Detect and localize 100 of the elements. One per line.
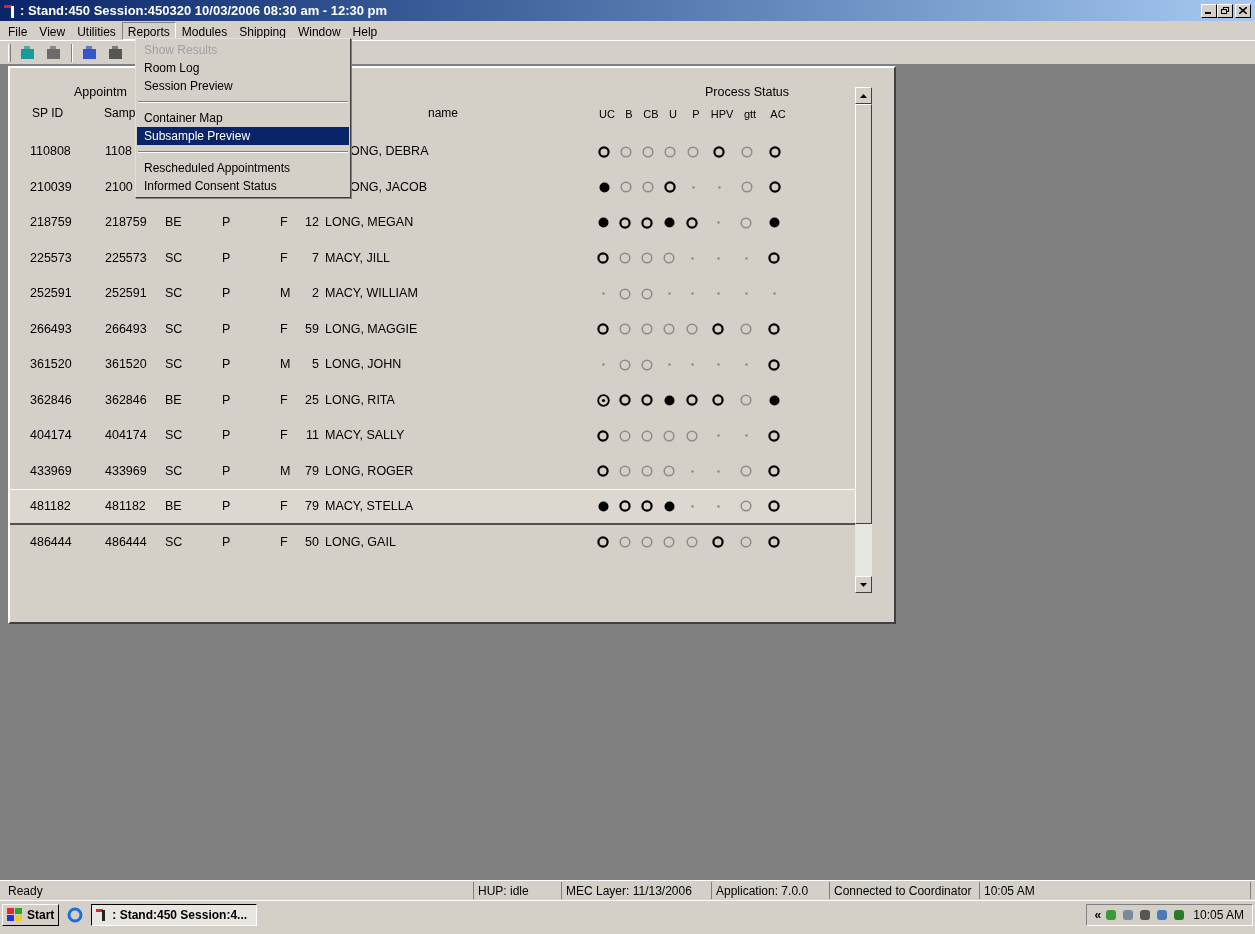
maximize-icon <box>1221 7 1229 14</box>
menu-item[interactable]: Utilities <box>71 21 122 40</box>
column-heading: HPV <box>709 106 735 122</box>
table-cell-text: LONG, MAGGIE <box>325 320 419 338</box>
status-bar-field: 10:05 AM <box>980 882 1251 899</box>
menu-item[interactable]: Subsample Preview <box>137 127 349 145</box>
down-arrow-icon <box>860 582 867 587</box>
menu-item[interactable]: File <box>2 21 34 40</box>
table-cell-text: M <box>280 285 292 303</box>
table-cell-text: P <box>222 249 232 267</box>
up-arrow-icon <box>860 93 867 98</box>
table-cell-text: SC <box>165 462 184 480</box>
scroll-down-button[interactable] <box>855 576 872 593</box>
table-cell-text: SC <box>165 320 184 338</box>
menu-item[interactable]: Room Log <box>137 59 349 77</box>
table-cell-text: SC <box>165 285 184 303</box>
table-cell-text: 361520 <box>30 356 73 374</box>
table-cell-text: 433969 <box>30 462 73 480</box>
column-heading: U <box>668 106 678 122</box>
table-cell-text: F <box>280 214 289 232</box>
table-cell-text: 225573 <box>105 249 148 267</box>
table-cell-text: 25 <box>304 391 319 409</box>
selected-row[interactable]: 481182 481182 BE P F 79 MACY, STELLA <box>10 489 855 525</box>
window-title: : Stand:450 Session:450320 10/03/2006 08:30 am - 12:30 pm <box>20 1 388 20</box>
table-cell-text: LONG, RITA <box>325 391 396 409</box>
table-cell-text: 404174 <box>105 427 148 445</box>
column-heading: B <box>624 106 634 122</box>
column-heading: SP ID <box>32 105 65 122</box>
table-cell-text: 59 <box>304 320 319 338</box>
menu-item[interactable]: Container Map <box>137 109 349 127</box>
table-cell-text: M <box>280 356 292 374</box>
table-cell-text: 404174 <box>30 427 73 445</box>
table-cell-text: 252591 <box>30 285 73 303</box>
table-cell-text: 433969 <box>105 462 148 480</box>
table-cell-text: MACY, STELLA <box>325 497 414 515</box>
table-cell-text: 2 <box>311 285 319 303</box>
table-cell-text: 210039 <box>30 178 73 196</box>
table-cell-text: P <box>222 391 232 409</box>
scrollbar[interactable] <box>855 87 872 593</box>
start-button[interactable]: Start <box>2 904 60 926</box>
menu-item[interactable]: View <box>33 21 72 40</box>
menu-item[interactable]: Modules <box>175 21 234 40</box>
table-cell-text: 12 <box>304 214 319 232</box>
tray-icon[interactable] <box>1138 908 1153 922</box>
table-cell-text: P <box>222 285 232 303</box>
close-button[interactable] <box>1235 3 1251 18</box>
table-cell-text: 361520 <box>105 356 148 374</box>
table-cell-text: 110808 <box>30 143 72 161</box>
table-cell-text: SC <box>165 249 184 267</box>
table-cell-text: 266493 <box>30 320 73 338</box>
table-cell-text: F <box>280 533 289 551</box>
status-bar-field: Connected to Coordinator <box>830 882 980 899</box>
menu-item[interactable]: Window <box>291 21 347 40</box>
minimize-button[interactable] <box>1201 3 1217 18</box>
column-heading: name <box>428 105 460 122</box>
browser-icon[interactable] <box>67 907 84 923</box>
maximize-button[interactable] <box>1217 3 1233 18</box>
table-cell-text: 7 <box>311 249 319 267</box>
table-cell-text: LONG, MEGAN <box>325 214 415 232</box>
tray-icon[interactable] <box>1155 908 1170 922</box>
table-cell-text: LONG, JOHN <box>325 356 403 374</box>
table-cell-text: SC <box>165 356 184 374</box>
taskbar-task-button[interactable]: : Stand:450 Session:4... <box>91 904 258 926</box>
status-bar-field: Ready <box>4 882 474 899</box>
column-group-heading: Appointm <box>74 84 128 102</box>
table-cell-text: 225573 <box>30 249 73 267</box>
status-bar-field: MEC Layer: 11/13/2006 <box>562 882 712 899</box>
scroll-up-button[interactable] <box>855 87 872 104</box>
windows-logo-icon <box>7 908 23 922</box>
table-cell-text: SC <box>165 427 184 445</box>
table-cell-text: F <box>280 320 289 338</box>
table-cell-text: 218759 <box>105 214 148 232</box>
table-cell-text: P <box>222 356 232 374</box>
table-cell-text: BE <box>165 214 183 232</box>
table-cell-text: 50 <box>304 533 319 551</box>
column-heading: UC <box>598 106 616 122</box>
table-cell-text: P <box>222 214 232 232</box>
menu-item[interactable]: Rescheduled Appointments <box>137 159 349 177</box>
table-cell-text: 79 <box>304 497 319 515</box>
status-bar-field: Application: 7.0.0 <box>712 882 830 899</box>
toolbar-icon[interactable] <box>107 44 125 61</box>
close-icon <box>1239 7 1247 14</box>
menu-item[interactable]: Help <box>346 21 384 40</box>
table-cell-text: LONG, GAIL <box>325 533 397 551</box>
table-cell-text: 218759 <box>30 214 73 232</box>
tray-icon[interactable] <box>1172 908 1187 922</box>
table-cell-text: 5 <box>311 356 319 374</box>
tray-expand-button[interactable]: « <box>1094 906 1102 924</box>
scroll-thumb[interactable] <box>855 104 872 524</box>
table-cell-text: LONG, ROGER <box>325 462 415 480</box>
menu-item[interactable]: Session Preview <box>137 77 349 95</box>
table-cell-text: MACY, WILLIAM <box>325 285 419 303</box>
table-cell-text: MACY, JILL <box>325 249 392 267</box>
table-cell-text: M <box>280 462 292 480</box>
menu-item[interactable]: Informed Consent Status <box>137 177 349 195</box>
column-heading: P <box>691 106 701 122</box>
taskbar-clock: 10:05 AM <box>1193 907 1244 924</box>
table-cell-text: 362846 <box>30 391 73 409</box>
menu-item[interactable]: Shipping <box>233 21 292 40</box>
table-cell-text: P <box>222 427 232 445</box>
